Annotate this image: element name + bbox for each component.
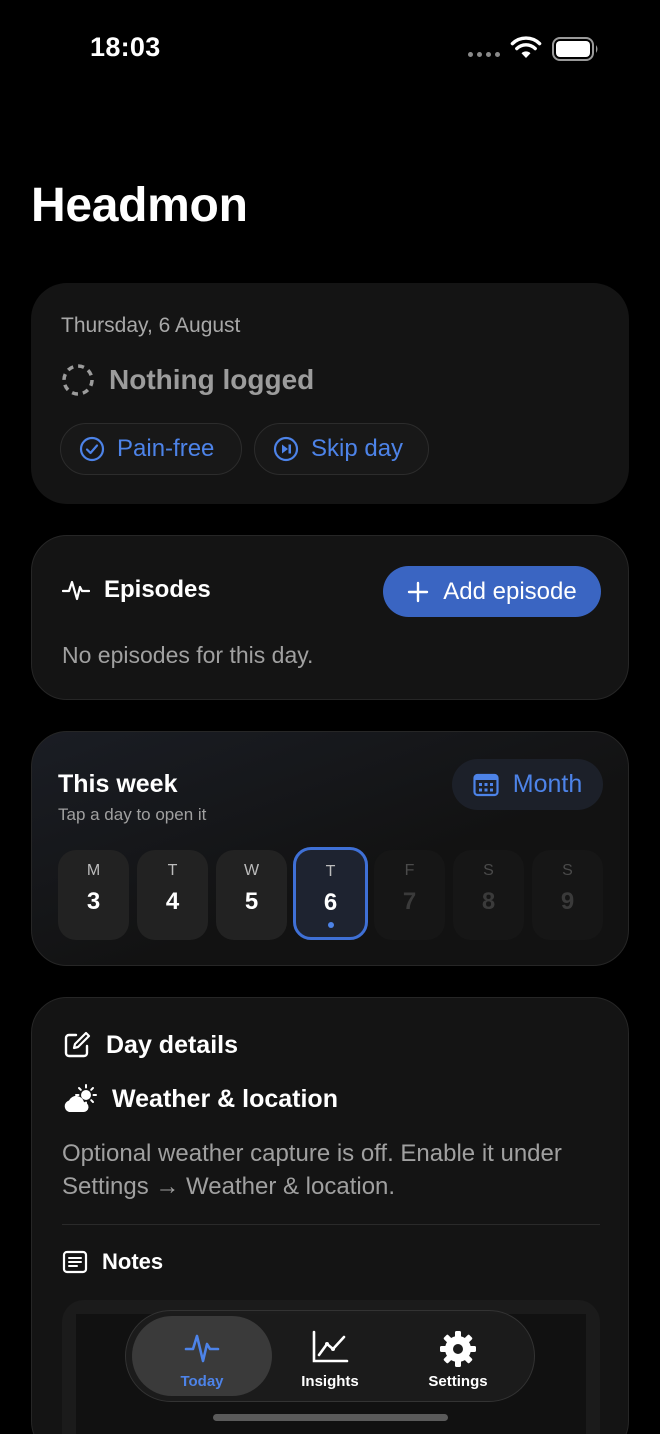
day-details-title: Day details xyxy=(106,1030,239,1059)
home-indicator xyxy=(213,1414,448,1421)
add-episode-label: Add episode xyxy=(443,577,577,605)
checkmark-circle-icon xyxy=(79,436,105,462)
add-episode-button[interactable]: Add episode xyxy=(383,566,601,617)
log-status-text: Nothing logged xyxy=(109,364,315,395)
day-cell-sun: S 9 xyxy=(532,850,603,940)
weather-info-text: Optional weather capture is off. Enable … xyxy=(62,1140,562,1200)
day-cell-wed[interactable]: W 5 xyxy=(216,850,287,940)
pain-free-button[interactable]: Pain-free xyxy=(60,423,242,475)
weather-header: Weather & location xyxy=(62,1084,338,1114)
episodes-empty-text: No episodes for this day. xyxy=(62,642,314,668)
gear-icon xyxy=(440,1331,476,1367)
month-label: Month xyxy=(512,770,583,798)
day-letter: F xyxy=(404,862,415,879)
calendar-icon xyxy=(473,773,499,796)
month-view-button[interactable]: Month xyxy=(452,759,603,810)
day-number: 5 xyxy=(244,888,259,915)
edit-note-icon xyxy=(64,1031,91,1058)
cloud-sun-icon xyxy=(64,1084,97,1113)
tab-insights-label: Insights xyxy=(301,1373,359,1390)
episodes-title: Episodes xyxy=(104,576,211,603)
day-letter: W xyxy=(243,862,260,879)
skip-forward-circle-icon xyxy=(273,436,299,462)
day-number: 8 xyxy=(481,888,496,915)
today-indicator-dot xyxy=(327,922,334,928)
tab-today[interactable]: Today xyxy=(132,1316,272,1396)
pain-free-label: Pain-free xyxy=(117,435,215,462)
notes-icon xyxy=(62,1250,88,1274)
day-number: 7 xyxy=(402,888,417,915)
tab-today-label: Today xyxy=(180,1373,224,1390)
dashed-circle-icon xyxy=(62,364,94,396)
date-label: Thursday, 6 August xyxy=(61,314,241,337)
day-cell-mon[interactable]: M 3 xyxy=(58,850,129,940)
day-letter: S xyxy=(562,862,573,879)
pulse-icon xyxy=(184,1334,220,1363)
day-details-header: Day details xyxy=(62,1030,238,1060)
battery-icon xyxy=(552,37,598,61)
waveform-icon xyxy=(62,580,90,601)
cellular-signal-icon xyxy=(468,52,500,57)
day-cell-thu-selected[interactable]: T 6 xyxy=(293,847,368,940)
week-title: This week xyxy=(58,770,178,798)
day-number: 6 xyxy=(323,889,338,916)
week-subtitle: Tap a day to open it xyxy=(58,805,207,824)
day-summary-card: Thursday, 6 August Nothing logged Pain-f… xyxy=(31,283,629,504)
plus-icon xyxy=(408,581,429,602)
day-cell-fri: F 7 xyxy=(374,850,445,940)
week-card: This week Tap a day to open it Month M 3… xyxy=(31,731,629,966)
day-number: 9 xyxy=(560,888,575,915)
day-letter: T xyxy=(325,863,336,880)
day-cell-sat: S 8 xyxy=(453,850,524,940)
day-letter: M xyxy=(86,862,101,879)
tab-insights[interactable]: Insights xyxy=(260,1316,400,1396)
chart-icon xyxy=(312,1330,349,1363)
wifi-icon xyxy=(510,36,542,58)
day-number: 4 xyxy=(165,888,180,915)
tab-settings-label: Settings xyxy=(428,1373,488,1390)
tab-settings[interactable]: Settings xyxy=(388,1316,528,1396)
day-letter: T xyxy=(167,862,178,879)
divider xyxy=(62,1224,600,1225)
skip-day-label: Skip day xyxy=(311,435,404,462)
log-status: Nothing logged xyxy=(61,363,314,397)
day-number: 3 xyxy=(86,888,101,915)
notes-header: Notes xyxy=(62,1249,163,1275)
weather-title: Weather & location xyxy=(112,1084,338,1113)
notes-title: Notes xyxy=(102,1249,164,1274)
status-time: 18:03 xyxy=(90,32,161,62)
page-title: Headmon xyxy=(31,179,248,232)
day-letter: S xyxy=(483,862,494,879)
day-cell-tue[interactable]: T 4 xyxy=(137,850,208,940)
tab-bar: Today Insights Settings xyxy=(125,1310,535,1402)
skip-day-button[interactable]: Skip day xyxy=(254,423,429,475)
episodes-card: Episodes Add episode No episodes for thi… xyxy=(31,535,629,700)
episodes-header: Episodes xyxy=(62,576,211,604)
